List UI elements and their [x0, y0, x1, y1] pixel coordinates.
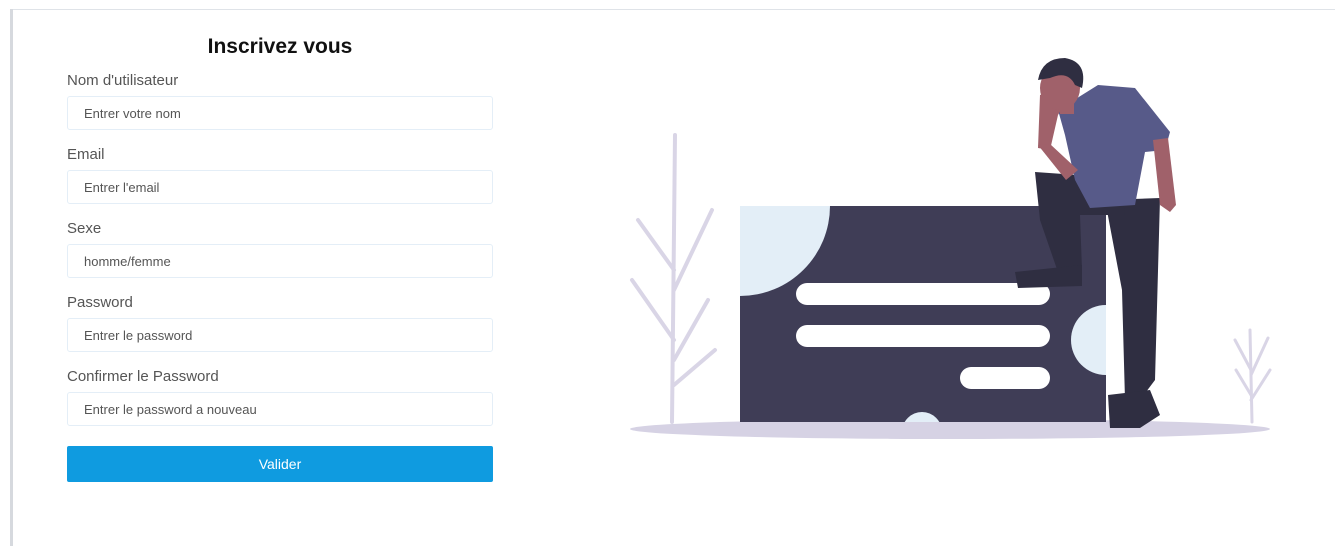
email-input[interactable]	[67, 170, 493, 204]
confirm-password-label: Confirmer le Password	[67, 368, 219, 385]
field-password: Password	[67, 294, 493, 352]
top-divider	[10, 9, 1335, 10]
email-label: Email	[67, 146, 105, 163]
field-sexe: Sexe	[67, 220, 493, 278]
confirm-password-input[interactable]	[67, 392, 493, 426]
left-plant-icon	[630, 133, 717, 424]
sexe-input[interactable]	[67, 244, 493, 278]
username-label: Nom d'utilisateur	[67, 72, 179, 89]
left-border	[10, 9, 13, 546]
signup-page: Inscrivez vous Nom d'utilisateur Email S…	[0, 0, 1335, 546]
field-confirm-password: Confirmer le Password	[67, 368, 493, 426]
password-input[interactable]	[67, 318, 493, 352]
field-email: Email	[67, 146, 493, 204]
submit-button[interactable]: Valider	[67, 446, 493, 482]
signup-form: Inscrivez vous Nom d'utilisateur Email S…	[67, 34, 493, 482]
form-title: Inscrivez vous	[207, 35, 353, 58]
sexe-label: Sexe	[67, 220, 102, 237]
person-leaning-on-form-illustration	[630, 58, 1272, 439]
field-username: Nom d'utilisateur	[67, 72, 493, 130]
right-plant-icon	[1233, 328, 1272, 424]
username-input[interactable]	[67, 96, 493, 130]
password-label: Password	[67, 294, 133, 311]
